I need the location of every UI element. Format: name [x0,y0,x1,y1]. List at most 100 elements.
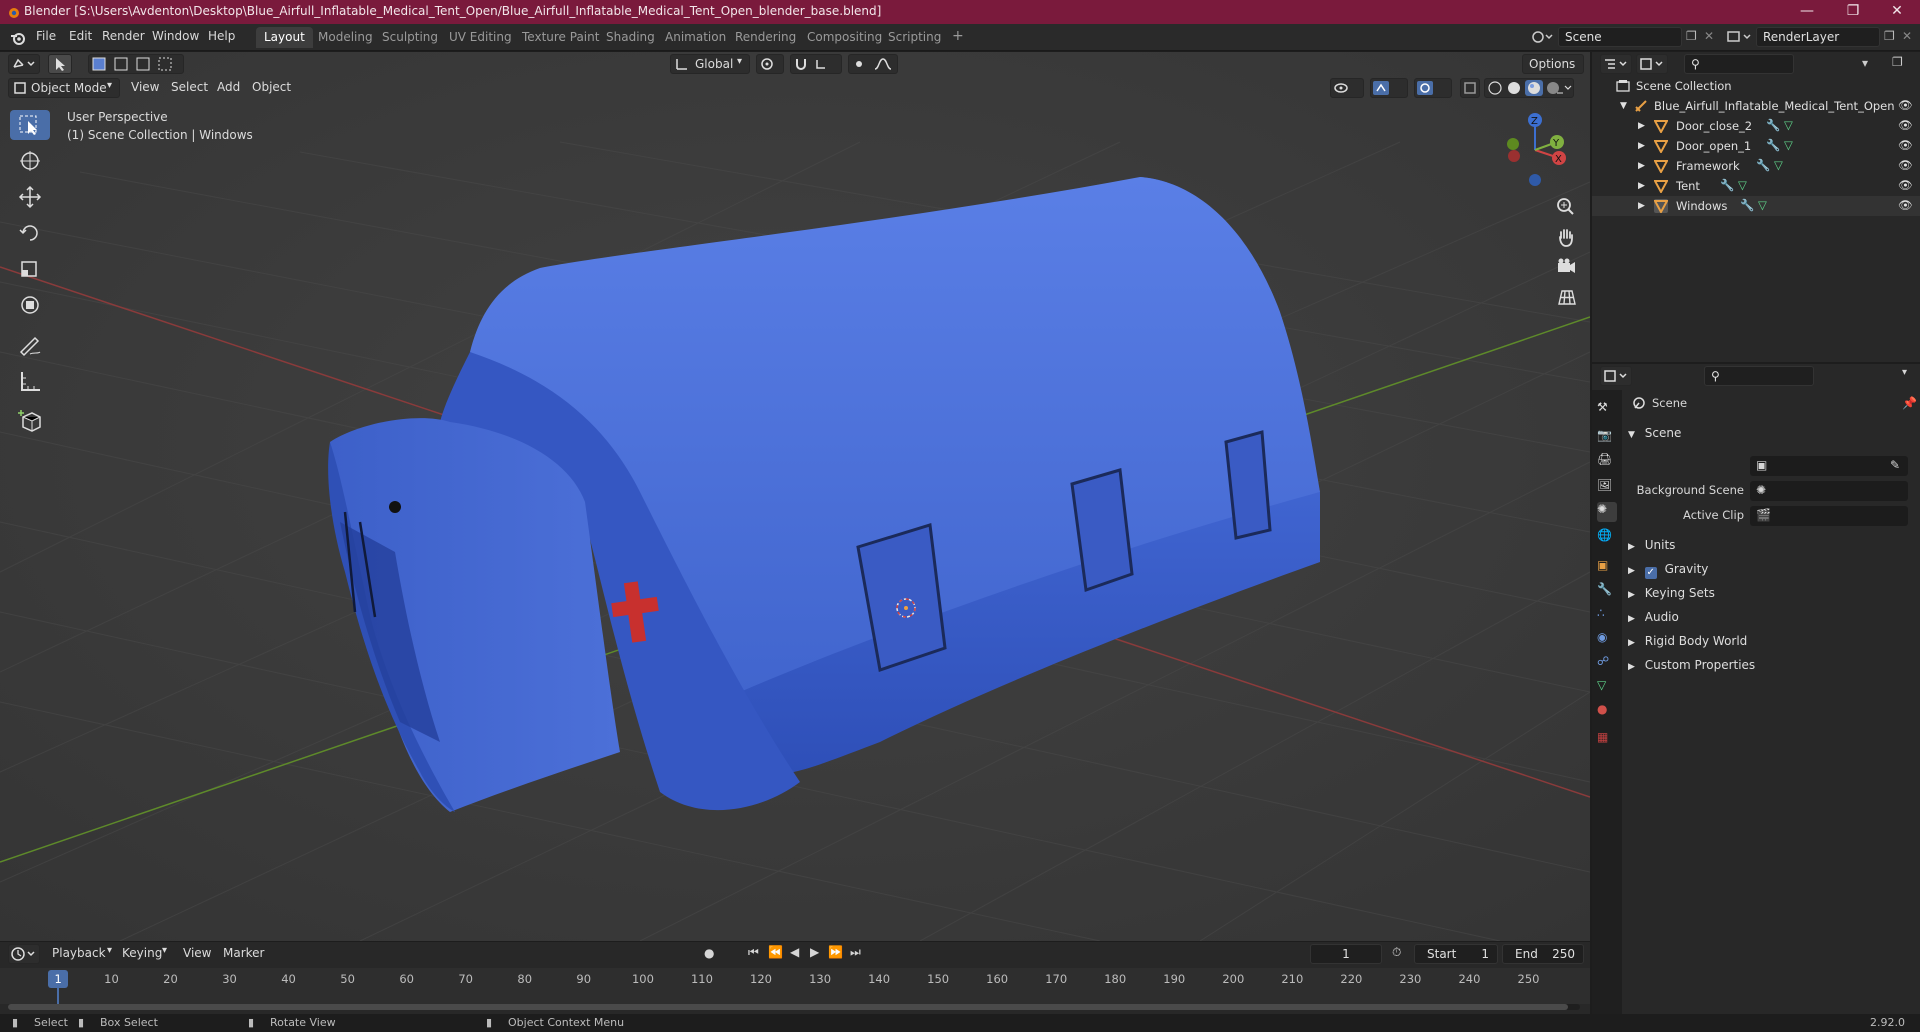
mesh-data-icon[interactable]: ▽ [1774,158,1783,172]
properties-editor-type[interactable] [1600,366,1632,386]
ortho-view-button[interactable] [1551,282,1581,312]
tool-tab-icon[interactable]: ⚒ [1597,400,1617,420]
tab-rendering[interactable]: Rendering [727,27,804,48]
tool-add-cube[interactable] [10,406,50,436]
new-scene-icon[interactable]: ❐ [1686,29,1697,43]
tool-move[interactable] [10,182,50,212]
shading-mode-group[interactable] [1484,78,1574,98]
menu-file[interactable]: File [36,29,56,43]
add-workspace-button[interactable]: + [944,25,972,46]
units-panel[interactable]: ▶ Units [1628,538,1675,552]
tool-annotate[interactable] [10,330,50,360]
menu-edit[interactable]: Edit [69,29,92,43]
modifier-wrench-icon[interactable]: 🔧 [1766,138,1780,152]
outliner-row-scene-collection[interactable]: Scene Collection [1592,76,1920,96]
new-collection-icon[interactable]: ❐ [1892,55,1903,69]
expand-right-icon[interactable]: ▶ [1638,201,1645,211]
new-render-layer-icon[interactable]: ❐ [1884,29,1895,43]
chevron-down-icon[interactable]: ▾ [1902,367,1907,378]
scene-selector-icon[interactable] [1530,29,1556,45]
outliner-search-input[interactable]: ⚲ [1684,54,1794,74]
outliner-row-object[interactable]: ▶ Door_close_2 🔧 ▽ 👁 [1592,116,1920,136]
restore-icon[interactable]: ❐ [1830,0,1876,24]
mesh-data-icon[interactable]: ▽ [1738,178,1747,192]
timeline-scrollbar[interactable] [8,1004,1580,1010]
properties-search-input[interactable]: ⚲ [1704,366,1814,386]
viewport-menu-view[interactable]: View [131,80,159,94]
expand-right-icon[interactable]: ▶ [1638,121,1645,131]
tab-animation[interactable]: Animation [657,27,734,48]
delete-render-layer-icon[interactable]: ✕ [1902,29,1912,43]
viewport-menu-select[interactable]: Select [171,80,208,94]
viewport-scene[interactable] [0,52,1590,941]
outliner-row-object[interactable]: ▶ Tent 🔧 ▽ 👁 [1592,176,1920,196]
outliner-row-object-active[interactable]: ▶ Windows 🔧 ▽ 👁 [1592,196,1920,216]
3d-viewport[interactable]: Global ▾ Options Object Mode ▾ View Sele… [0,52,1590,941]
background-scene-field[interactable]: ✺ [1750,481,1908,501]
output-tab-icon[interactable]: 🖨 [1597,452,1617,472]
modifier-wrench-icon[interactable]: 🔧 [1740,198,1754,212]
xray-toggle[interactable] [1460,78,1480,98]
select-mode-button[interactable] [48,54,72,74]
tab-layout[interactable]: Layout [256,27,313,48]
tab-modeling[interactable]: Modeling [310,27,381,48]
pin-icon[interactable]: 📌 [1902,396,1917,410]
tool-select-box[interactable] [10,110,50,140]
options-dropdown[interactable]: Options [1522,54,1584,74]
object-mode-dropdown[interactable]: Object Mode ▾ [8,78,120,98]
tool-transform[interactable] [10,290,50,320]
close-icon[interactable]: ✕ [1874,0,1920,24]
material-tab-icon[interactable]: ● [1597,702,1617,722]
proportional-editing-button[interactable] [848,54,898,74]
mesh-data-icon[interactable]: ▽ [1784,118,1793,132]
render-layer-selector-icon[interactable] [1726,29,1754,45]
delete-scene-icon[interactable]: ✕ [1704,29,1714,43]
tab-shading[interactable]: Shading [598,27,663,48]
expand-down-icon[interactable]: ▼ [1620,101,1627,111]
render-tab-icon[interactable]: 📷 [1597,428,1617,448]
navigation-gizmo[interactable]: Z X Y [1495,110,1575,190]
display-mode-dropdown[interactable] [1636,54,1668,74]
view-layer-tab-icon[interactable]: 🖼 [1597,478,1617,498]
snap-button[interactable] [790,54,842,74]
eye-icon[interactable]: 👁 [1898,158,1913,172]
tool-scale[interactable] [10,254,50,284]
tab-sculpting[interactable]: Sculpting [374,27,446,48]
zoom-view-button[interactable] [1551,192,1581,222]
constraints-tab-icon[interactable]: ☍ [1597,654,1617,674]
outliner-row-object[interactable]: ▶ Framework 🔧 ▽ 👁 [1592,156,1920,176]
blender-menu-icon[interactable] [10,30,26,46]
data-tab-icon[interactable]: ▽ [1597,678,1617,698]
menu-render[interactable]: Render [102,29,145,43]
scene-panel-header[interactable]: ▼ Scene [1628,426,1681,440]
camera-view-button[interactable] [1551,252,1581,282]
pan-view-button[interactable] [1551,222,1581,252]
tab-texture-paint[interactable]: Texture Paint [514,27,607,48]
modifier-wrench-icon[interactable]: 🔧 [1756,158,1770,172]
tab-scripting[interactable]: Scripting [880,27,949,48]
expand-right-icon[interactable]: ▶ [1638,141,1645,151]
tool-measure[interactable] [10,366,50,396]
minimize-icon[interactable]: — [1784,0,1830,24]
gravity-panel[interactable]: ▶ ✓ Gravity [1628,562,1708,579]
pivot-point-button[interactable] [756,54,784,74]
world-tab-icon[interactable]: 🌐 [1597,528,1617,548]
keying-sets-panel[interactable]: ▶ Keying Sets [1628,586,1715,600]
modifier-wrench-icon[interactable]: 🔧 [1766,118,1780,132]
viewport-menu-object[interactable]: Object [252,80,291,94]
editor-type-button[interactable] [8,54,40,74]
eye-icon[interactable]: 👁 [1898,178,1913,192]
eye-icon[interactable]: 👁 [1898,198,1913,212]
gizmo-toggle[interactable] [1370,78,1408,98]
gravity-checkbox[interactable]: ✓ [1644,567,1657,579]
tool-rotate[interactable] [10,218,50,248]
texture-tab-icon[interactable]: ▦ [1597,730,1617,750]
filter-icon[interactable]: ▾ [1862,56,1868,70]
modifier-tab-icon[interactable]: 🔧 [1597,582,1617,602]
camera-field[interactable]: ▣ ✎ [1750,456,1908,476]
tool-cursor[interactable] [10,146,50,176]
outliner-editor-type[interactable] [1600,54,1632,74]
menu-window[interactable]: Window [152,29,199,43]
viewport-menu-add[interactable]: Add [217,80,240,94]
selection-mode-group[interactable] [88,54,184,74]
